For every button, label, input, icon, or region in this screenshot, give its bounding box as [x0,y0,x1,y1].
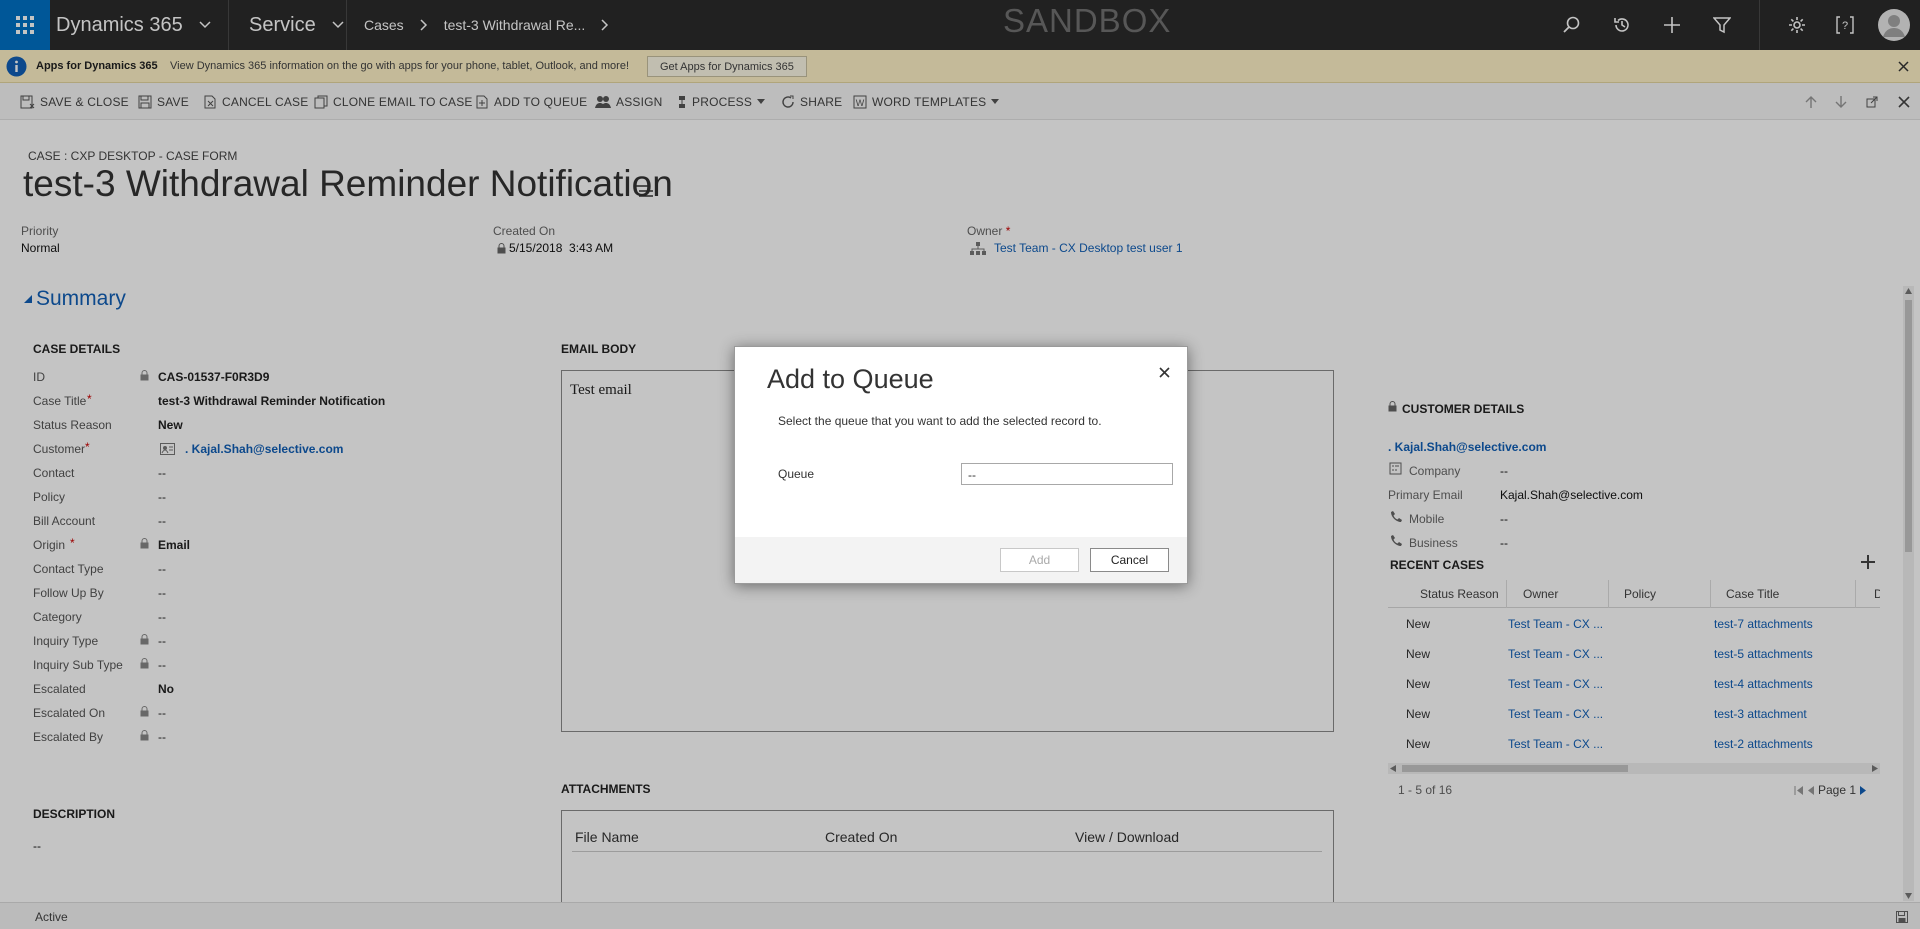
close-icon[interactable] [1159,367,1170,378]
queue-label: Queue [778,467,815,481]
add-button[interactable]: Add [1000,548,1079,572]
dialog-footer: Add Cancel [735,537,1187,583]
dialog-instruction: Select the queue that you want to add th… [778,414,1102,428]
queue-lookup-input[interactable]: -- [961,463,1173,485]
dialog-title: Add to Queue [767,364,934,394]
cancel-button[interactable]: Cancel [1090,548,1169,572]
add-to-queue-dialog: Add to Queue Select the queue that you w… [734,346,1188,584]
